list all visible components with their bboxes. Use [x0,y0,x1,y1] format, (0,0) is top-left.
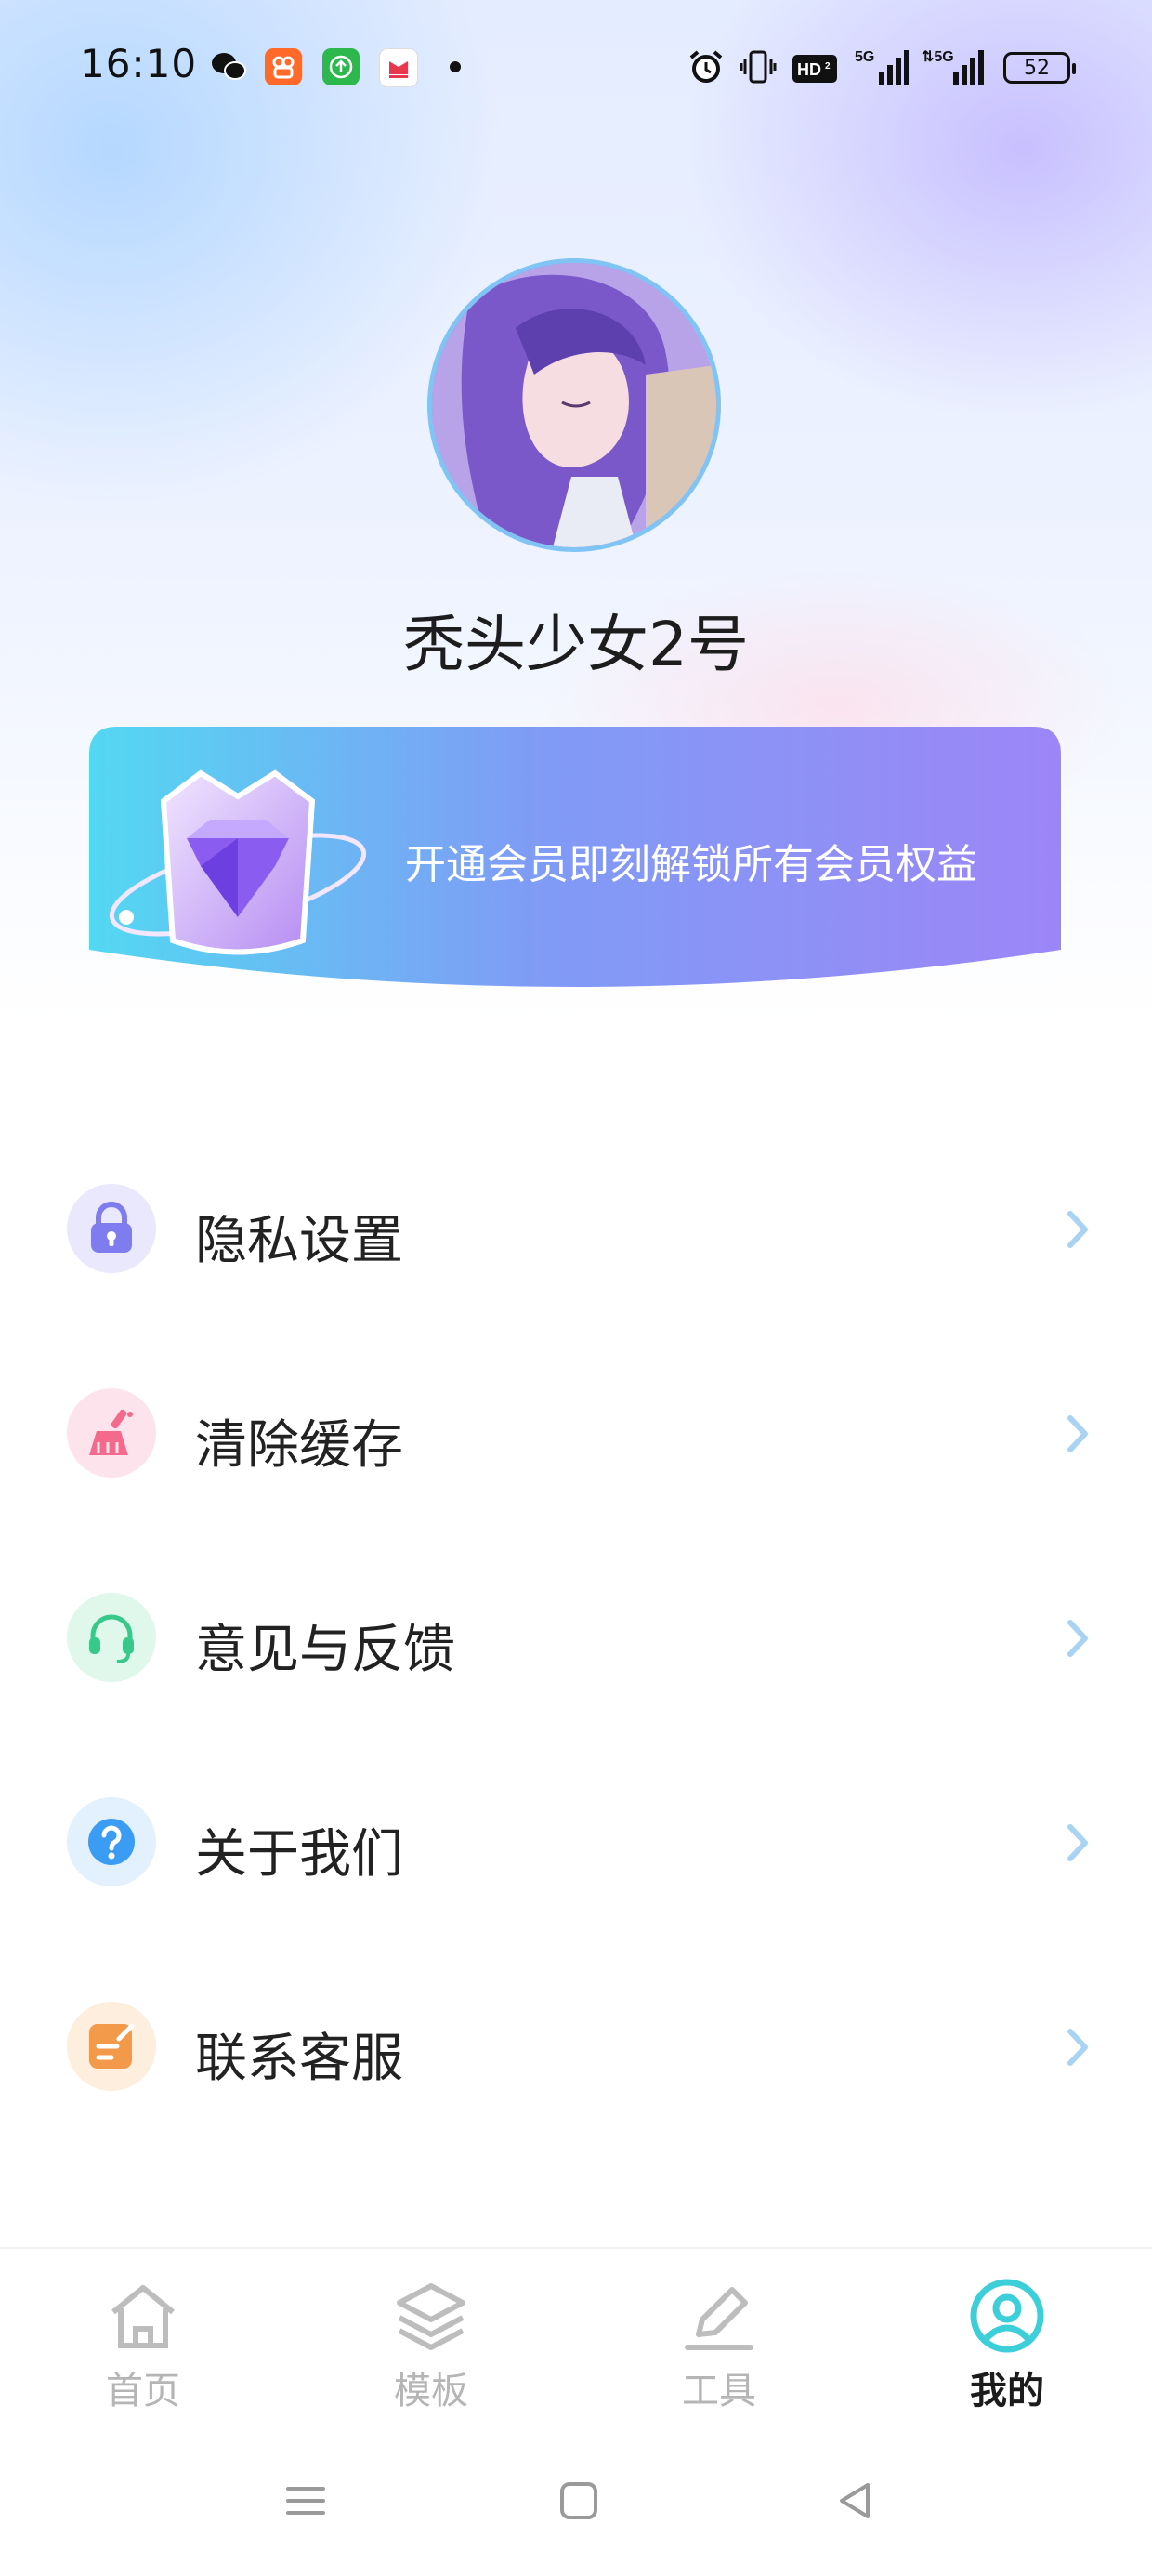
nav-label-tools: 工具 [682,2370,756,2412]
menu-label-about: 关于我们 [195,1824,403,1885]
nav-item-mine[interactable]: 我的 [914,2277,1100,2425]
status-bar: 16:10 HD 2 5G ⇅5G 52 [0,0,1152,139]
menu-item-about[interactable]: 关于我们 [0,1747,1152,1933]
menu-label-contact-service: 联系客服 [195,2029,403,2089]
svg-text:2: 2 [825,61,831,72]
system-nav-bar [0,2433,1152,2576]
username: 秃头少女2号 [403,609,749,680]
lock-icon [67,1184,156,1273]
menu-label-clear-cache: 清除缓存 [195,1415,403,1476]
hd-icon: HD 2 [792,54,838,97]
bottom-nav: 首页 模板 工具 我的 [0,2247,1152,2435]
nav-label-templates: 模板 [394,2370,468,2412]
nav-label-home: 首页 [106,2370,180,2412]
svg-text:⇅5G: ⇅5G [922,49,954,65]
pen-icon [685,2287,753,2350]
back-icon[interactable] [832,2477,879,2524]
chevron-right-icon [1067,1620,1088,1657]
user-icon [970,2279,1044,2353]
chevron-right-icon [1067,1211,1088,1248]
wechat-icon [210,48,247,85]
layers-icon [397,2283,465,2350]
menu-item-clear-cache[interactable]: 清除缓存 [0,1338,1152,1524]
nav-item-templates[interactable]: 模板 [338,2277,524,2425]
news-icon [379,48,418,87]
menu-icon[interactable] [282,2477,329,2524]
nav-item-home[interactable]: 首页 [50,2277,236,2425]
battery-indicator: 52 [1003,52,1076,84]
chevron-right-icon [1067,1824,1088,1861]
headset-icon [67,1593,156,1682]
vibrate-icon [740,46,777,89]
menu-item-feedback[interactable]: 意见与反馈 [0,1543,1152,1728]
signal-5g-icon-2: ⇅5G [922,46,987,89]
vip-banner[interactable]: 开通会员即刻解锁所有会员权益 [89,727,1061,996]
menu-item-contact-service[interactable]: 联系客服 [0,1952,1152,2137]
nav-label-mine: 我的 [970,2370,1044,2412]
alarm-icon [686,46,727,89]
upload-icon [322,48,360,85]
chevron-right-icon [1067,1415,1088,1452]
home-icon [111,2285,175,2348]
avatar-image [432,263,716,547]
chevron-right-icon [1067,2029,1088,2066]
status-time: 16:10 [80,41,198,86]
menu-label-feedback: 意见与反馈 [195,1620,455,1680]
vip-banner-text: 开通会员即刻解锁所有会员权益 [405,841,977,888]
home-square-icon[interactable] [556,2477,602,2524]
svg-text:HD: HD [797,60,821,79]
svg-text:5G: 5G [855,49,874,65]
note-edit-icon [67,2002,156,2091]
avatar[interactable] [427,258,721,552]
battery-level: 52 [1024,56,1050,80]
question-icon [67,1797,156,1886]
broom-icon [67,1388,156,1478]
kuaishou-icon [265,48,302,85]
diamond-crown-icon [109,769,367,955]
menu-label-privacy: 隐私设置 [195,1211,403,1271]
notification-dot [450,61,461,72]
signal-5g-icon: 5G [855,46,909,89]
menu-item-privacy[interactable]: 隐私设置 [0,1134,1152,1320]
nav-item-tools[interactable]: 工具 [626,2277,812,2425]
